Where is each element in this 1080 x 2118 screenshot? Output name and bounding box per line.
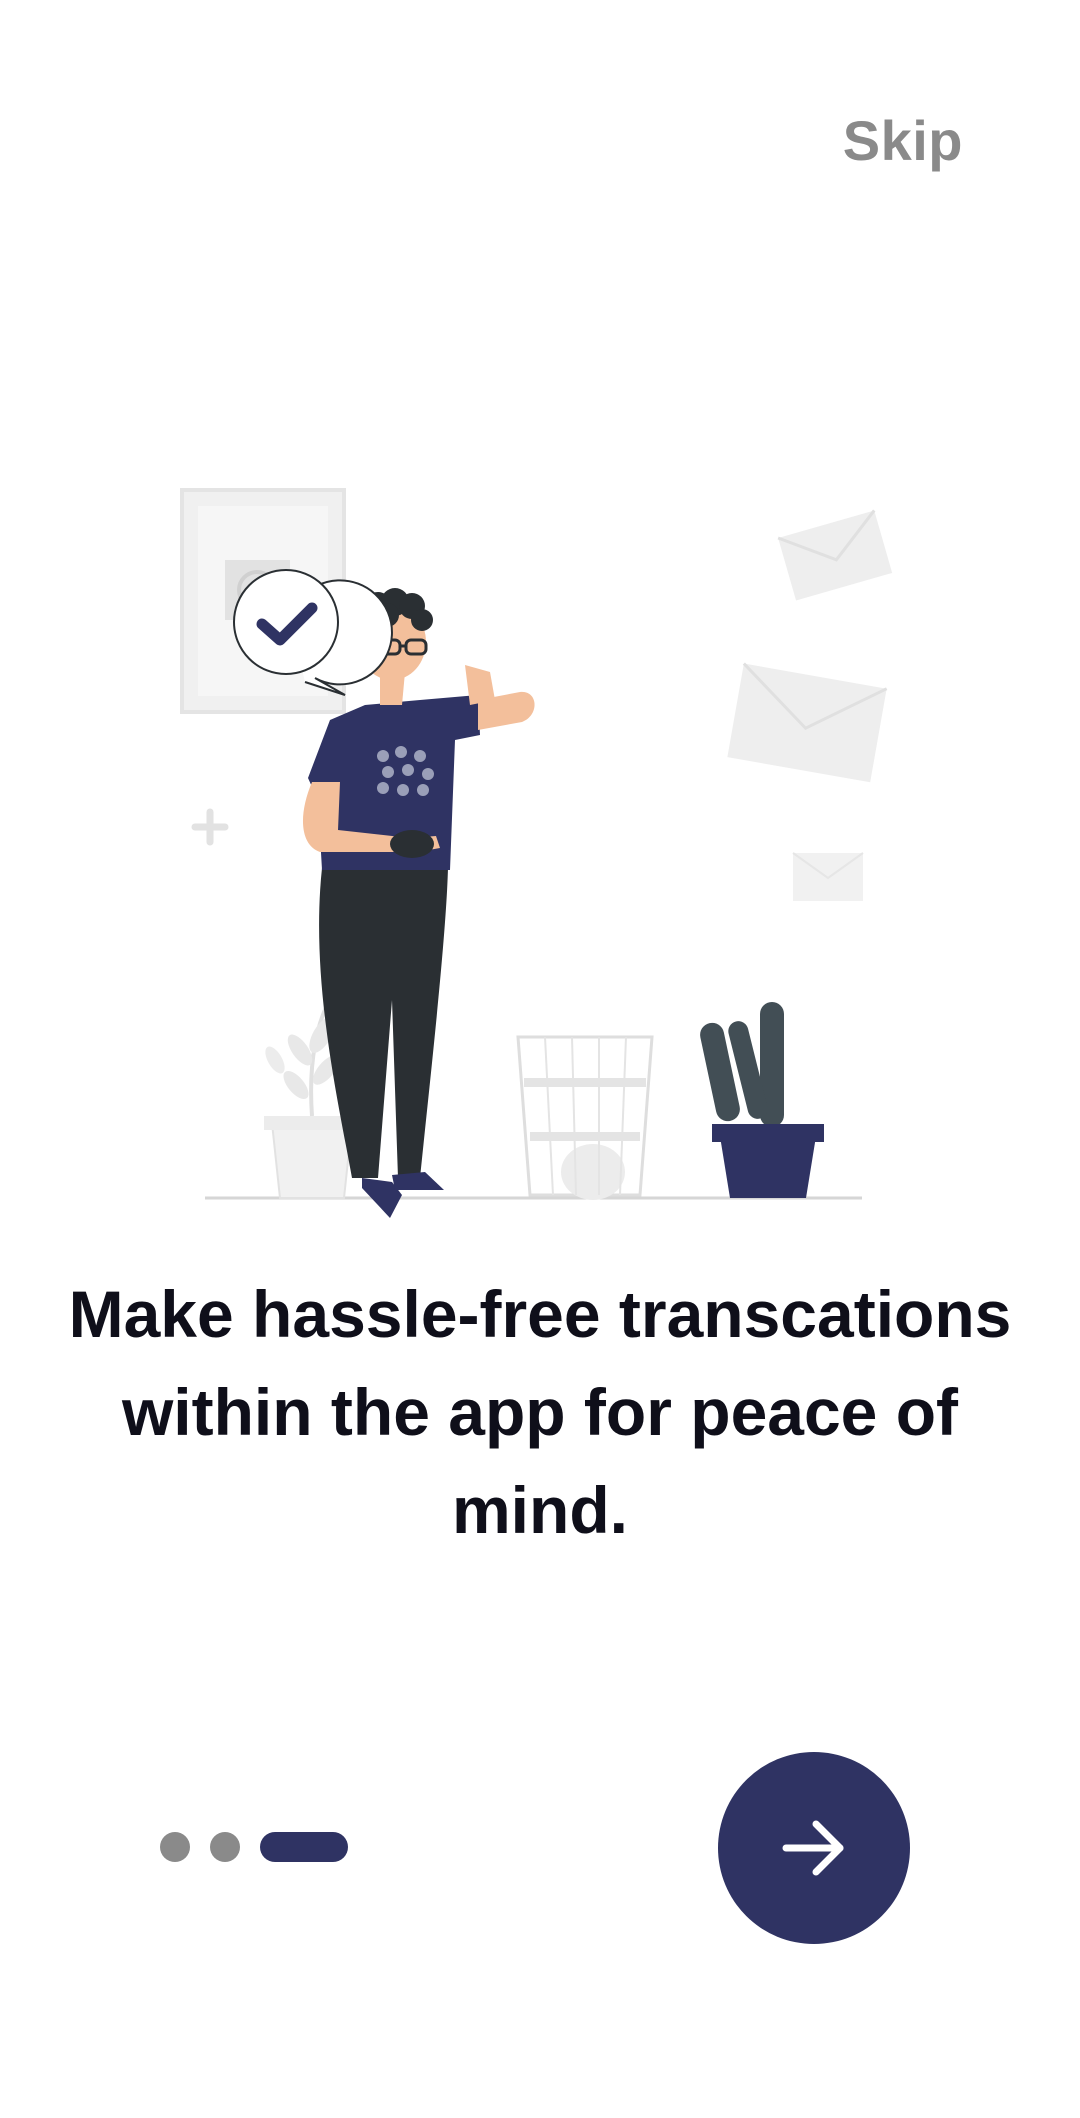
cactus-icon [700,1002,824,1198]
plus-decoration-icon [191,808,229,846]
next-button[interactable] [718,1752,910,1944]
onboarding-illustration [180,488,893,1218]
onboarding-headline: Make hassle-free transcations within the… [40,1265,1040,1559]
envelope-icon [727,662,888,783]
headline-line: Make hassle-free transcations [68,1277,1012,1351]
page-dot-2[interactable] [210,1832,240,1862]
envelope-icon [792,852,864,901]
page-dot-1[interactable] [160,1832,190,1862]
onboarding-screen: Skip Make hassle-free transcations withi… [0,0,1080,2118]
page-dot-3-active[interactable] [260,1832,348,1862]
headline-line: within the app for peace of [121,1375,959,1449]
arrow-right-icon [782,1820,844,1876]
headline-line: mind. [452,1473,628,1547]
envelope-icon [777,509,893,601]
page-indicator [160,1832,348,1862]
skip-button[interactable]: Skip [843,108,963,173]
waste-basket-icon [516,1035,654,1200]
